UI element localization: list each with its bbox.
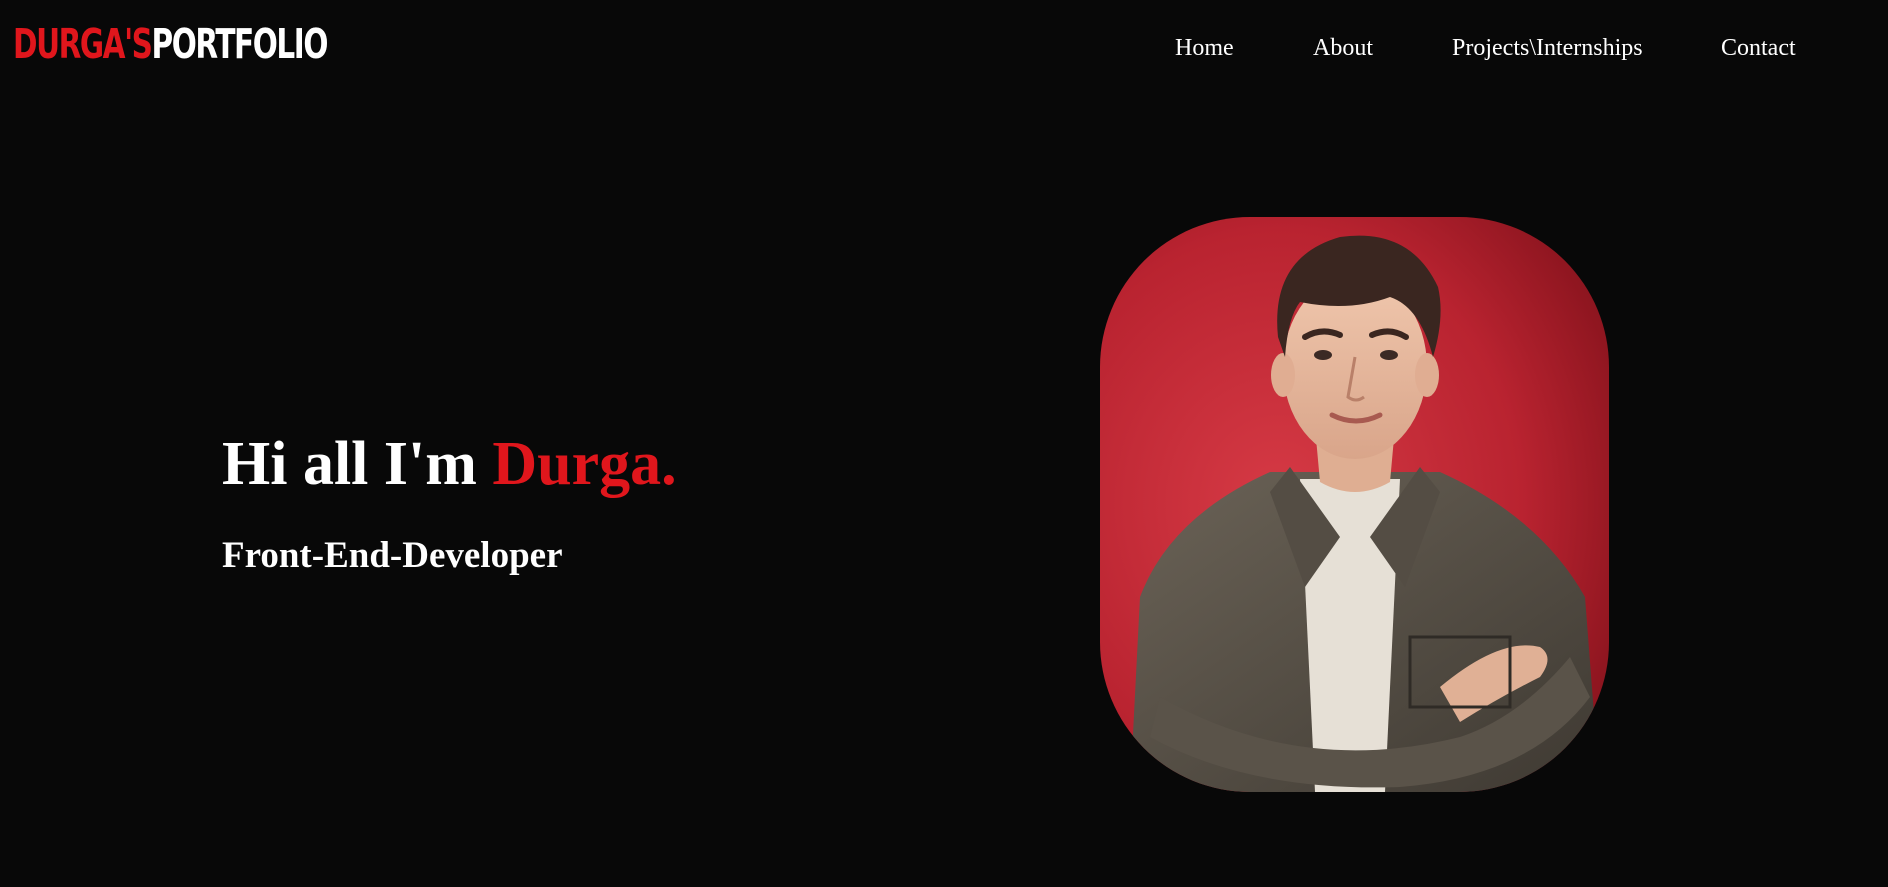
profile-photo-illustration [1100,217,1609,792]
nav-link-about[interactable]: About [1313,32,1373,64]
hero-name: Durga. [492,430,677,498]
main-nav: Home About Projects\Internships Contact [0,32,1888,64]
nav-link-projects-internships[interactable]: Projects\Internships [1452,32,1643,64]
nav-link-contact[interactable]: Contact [1721,32,1796,64]
hero-greeting: Hi all I'm [222,430,493,498]
nav-link-home[interactable]: Home [1175,32,1234,64]
profile-photo [1100,217,1609,792]
hero-heading: Hi all I'm Durga. [222,428,677,500]
hero-subtitle: Front-End-Developer [222,535,563,576]
